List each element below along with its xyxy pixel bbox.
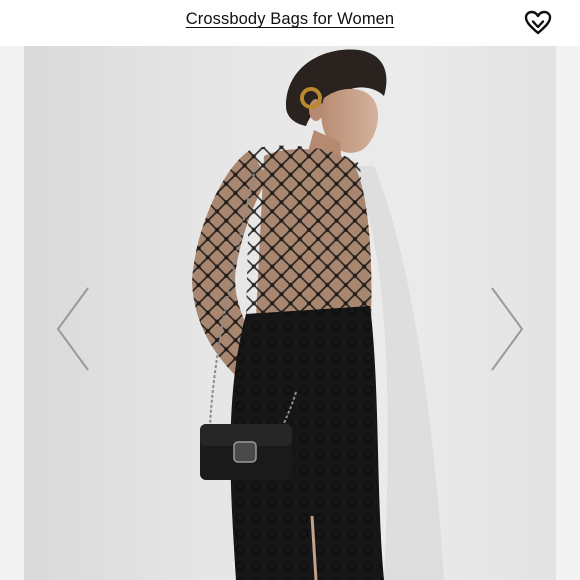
next-image-button[interactable]: [486, 286, 526, 372]
model-image: [192, 49, 444, 580]
chevron-left-icon: [56, 287, 89, 371]
page-title: Crossbody Bags for Women: [0, 10, 580, 29]
product-gallery-page: Crossbody Bags for Women: [0, 0, 580, 580]
left-gutter: [0, 46, 24, 580]
favorite-button[interactable]: [524, 10, 552, 36]
product-photo: [24, 46, 556, 580]
previous-image-button[interactable]: [54, 286, 94, 372]
chevron-right-icon: [491, 287, 524, 371]
top-bar: Crossbody Bags for Women: [0, 0, 580, 46]
heart-icon: [524, 10, 552, 35]
right-gutter: [556, 46, 580, 580]
category-link[interactable]: Crossbody Bags for Women: [186, 10, 394, 28]
